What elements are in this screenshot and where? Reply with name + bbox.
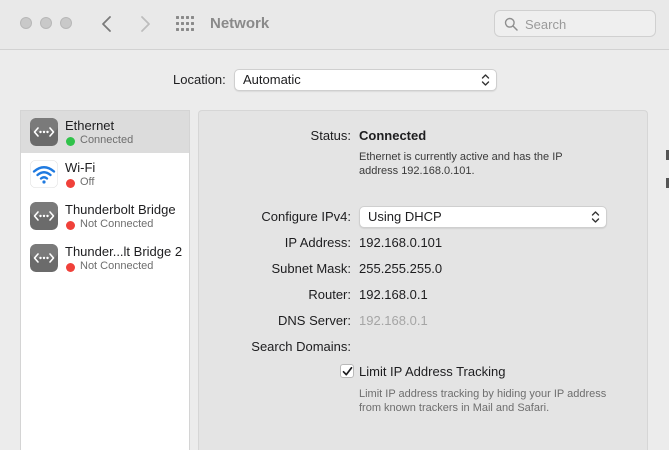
close-window-button[interactable] [20, 17, 32, 29]
service-name: Wi-Fi [65, 160, 96, 175]
search-icon [504, 17, 518, 31]
configure-ipv4-popup[interactable]: Using DHCP [359, 206, 607, 228]
service-status: Not Connected [80, 260, 154, 272]
status-description-line2: address 192.168.0.101. [359, 165, 475, 177]
wifi-icon [30, 160, 58, 188]
location-value: Automatic [243, 72, 301, 87]
service-list: Ethernet Connected Wi-Fi Off Thunderbolt… [20, 110, 190, 450]
minimize-window-button[interactable] [40, 17, 52, 29]
subnet-mask-label: Subnet Mask: [271, 261, 352, 276]
limit-tracking-checkbox[interactable] [340, 364, 354, 378]
service-name: Thunderbolt Bridge [65, 202, 176, 217]
service-status: Not Connected [80, 218, 154, 230]
service-item-thunderbolt-bridge-2[interactable]: Thunder...lt Bridge 2 Not Connected [21, 237, 189, 279]
search-input[interactable] [525, 15, 650, 33]
status-dot-red [66, 179, 75, 188]
dns-server-label: DNS Server: [278, 313, 351, 328]
up-down-chevron-icon [591, 211, 600, 223]
dns-server-value: 192.168.0.1 [359, 313, 428, 328]
limit-tracking-description-line1: Limit IP address tracking by hiding your… [359, 388, 607, 400]
title-bar: Network [0, 0, 669, 50]
detail-pane: Status: Connected Ethernet is currently … [198, 110, 648, 450]
service-status: Off [80, 176, 95, 188]
limit-tracking-description-line2: from known trackers in Mail and Safari. [359, 402, 550, 414]
subnet-mask-value: 255.255.255.0 [359, 261, 443, 276]
ethernet-icon [30, 118, 58, 146]
location-popup[interactable]: Automatic [234, 69, 497, 91]
window-title: Network [210, 15, 270, 32]
configure-ipv4-label: Configure IPv4: [261, 209, 351, 224]
limit-tracking-label[interactable]: Limit IP Address Tracking [359, 364, 505, 379]
thunderbolt-bridge-icon [30, 244, 58, 272]
checkmark-icon [342, 366, 353, 376]
service-name: Ethernet [65, 118, 115, 133]
status-label: Status: [310, 128, 351, 143]
location-label: Location: [173, 72, 226, 87]
service-item-wifi[interactable]: Wi-Fi Off [21, 153, 189, 195]
router-label: Router: [308, 287, 351, 302]
service-item-thunderbolt-bridge[interactable]: Thunderbolt Bridge Not Connected [21, 195, 189, 237]
status-description-line1: Ethernet is currently active and has the… [359, 151, 563, 163]
up-down-chevron-icon [481, 74, 490, 86]
grid-icon [176, 16, 194, 31]
back-button[interactable] [96, 12, 118, 36]
zoom-window-button[interactable] [60, 17, 72, 29]
status-dot-red [66, 221, 75, 230]
forward-button[interactable] [134, 12, 156, 36]
search-field[interactable] [494, 10, 656, 37]
status-value: Connected [359, 128, 427, 143]
thunderbolt-bridge-icon [30, 202, 58, 230]
show-all-grid-button[interactable] [175, 15, 195, 33]
router-value: 192.168.0.1 [359, 287, 428, 302]
ip-address-label: IP Address: [284, 235, 351, 250]
service-status: Connected [80, 134, 134, 146]
service-item-ethernet[interactable]: Ethernet Connected [21, 111, 189, 153]
configure-ipv4-value: Using DHCP [368, 209, 442, 224]
chevron-right-icon [141, 16, 150, 32]
status-dot-green [66, 137, 75, 146]
chevron-left-icon [102, 16, 111, 32]
ip-address-value: 192.168.0.101 [359, 235, 443, 250]
search-domains-label: Search Domains: [251, 339, 351, 354]
status-dot-red [66, 263, 75, 272]
service-name: Thunder...lt Bridge 2 [65, 244, 183, 259]
